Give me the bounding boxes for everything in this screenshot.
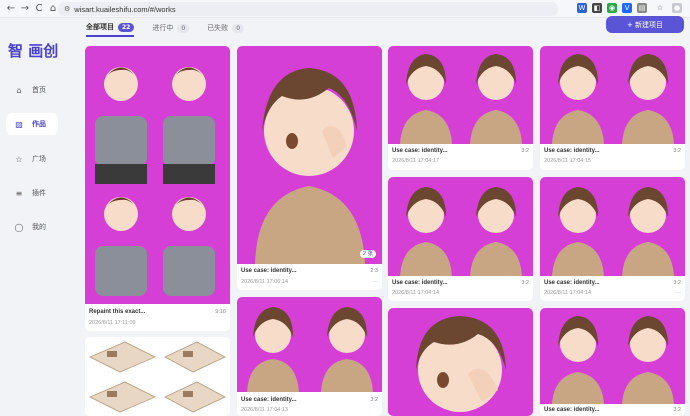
browser-toolbar: ← → C ⌂ ⚙ wisart.kuaileshifu.com/#/works… <box>0 0 690 18</box>
image-count-badge: 2 张 <box>359 250 376 258</box>
card-date: 2026/8/11 17:04:14 <box>544 290 591 296</box>
card-date: 2026/8/11 17:04:17 <box>392 158 439 164</box>
card-title: Repaint this exact... <box>89 309 146 315</box>
url-text: wisart.kuaileshifu.com/#/works <box>74 4 176 14</box>
card-title: Use case: identity... <box>544 148 600 154</box>
card-ratio: 3:2 <box>521 148 529 154</box>
character-expressions-image <box>247 307 373 392</box>
work-thumbnail <box>237 46 382 264</box>
card-date: 2026/8/11 17:04:13 <box>241 407 288 413</box>
card-title: Use case: identity... <box>241 268 297 274</box>
card-ratio: 3:2 <box>673 407 681 413</box>
work-thumbnail <box>388 308 533 416</box>
work-card[interactable]: Use case: identity... 3:2 2026/8/11 17:0… <box>388 46 533 170</box>
card-ratio: 3:2 <box>370 397 378 403</box>
work-thumbnail <box>388 46 533 144</box>
card-ratio: 3:2 <box>521 280 529 286</box>
sidebar-item-label: 作品 <box>32 120 46 128</box>
sidebar-item-mine[interactable]: ◯ 我的 <box>6 216 58 238</box>
card-date: 2026/8/11 17:04:15 <box>544 158 591 164</box>
tab-count: 22 <box>118 22 135 32</box>
card-date: 2026/8/11 17:11:09 <box>89 320 136 326</box>
card-ratio: 2:3 <box>370 268 378 274</box>
work-thumbnail <box>540 46 685 144</box>
character-expressions-image <box>552 54 674 144</box>
work-card[interactable]: Use case: identity... 3:2 2026/8/11 17:0… <box>388 177 533 301</box>
character-sheet-image <box>95 67 215 296</box>
sidebar-item-label: 插件 <box>32 189 46 197</box>
card-ratio: 9:16 <box>215 309 226 315</box>
profile-icon[interactable]: ● <box>672 3 682 13</box>
work-thumbnail <box>388 177 533 276</box>
character-expressions-image <box>552 316 674 404</box>
more-options-icon[interactable]: ··· <box>675 290 681 296</box>
character-expressions-image <box>400 187 522 276</box>
more-options-icon[interactable]: ··· <box>372 279 378 285</box>
work-thumbnail <box>540 308 685 404</box>
tab-failed[interactable]: 已失败 0 <box>207 19 245 37</box>
url-bar[interactable]: ⚙ wisart.kuaileshifu.com/#/works <box>58 2 558 16</box>
new-project-button[interactable]: + 新建项目 <box>606 16 684 33</box>
card-ratio: 3:2 <box>673 148 681 154</box>
card-title: Use case: identity... <box>392 148 448 154</box>
star-icon[interactable]: ☆ <box>655 3 665 13</box>
home-icon: ⌂ <box>16 85 22 95</box>
extension-icon[interactable]: ▤ <box>637 3 647 13</box>
sidebar-item-label: 我的 <box>32 223 46 231</box>
tab-in-progress[interactable]: 进行中 0 <box>152 19 190 37</box>
work-thumbnail <box>540 177 685 276</box>
work-card[interactable] <box>388 308 533 416</box>
work-card[interactable]: Use case: identity... 3:2 2026/8/11 17:0… <box>540 177 685 301</box>
user-icon: ◯ <box>14 222 24 232</box>
extension-icon[interactable]: ◉ <box>607 3 617 13</box>
sidebar-item-label: 首页 <box>32 86 46 94</box>
forward-icon[interactable]: → <box>18 2 32 16</box>
work-card[interactable]: Repaint this exact... 9:16 2026/8/11 17:… <box>85 46 230 331</box>
character-portrait-image <box>416 316 506 412</box>
sidebar-item-home[interactable]: ⌂ 首页 <box>6 79 58 101</box>
sidebar: 智 画创 ⌂ 首页 ▨ 作品 ☆ 广场 ≡ 插件 ◯ 我的 <box>0 18 64 416</box>
card-ratio: 3:2 <box>673 280 681 286</box>
work-card[interactable]: Use case: identity... 3:2 2026/8/11 17:0… <box>237 297 382 416</box>
card-title: Use case: identity... <box>544 280 600 286</box>
sidebar-item-label: 广场 <box>32 155 46 163</box>
card-title: Use case: identity... <box>241 397 297 403</box>
work-thumbnail <box>237 297 382 392</box>
character-portrait-image <box>255 68 365 264</box>
work-card[interactable] <box>85 337 230 416</box>
sidebar-item-plaza[interactable]: ☆ 广场 <box>6 148 58 170</box>
card-date: 2026/8/11 17:06:14 <box>241 279 288 285</box>
sidebar-item-plugins[interactable]: ≡ 插件 <box>6 182 58 204</box>
tab-all[interactable]: 全部项目 22 <box>86 19 135 37</box>
app-logo[interactable]: 智 画创 <box>8 40 58 61</box>
extension-icon[interactable]: V <box>622 3 632 13</box>
back-icon[interactable]: ← <box>4 2 18 16</box>
work-card[interactable]: 2 张 Use case: identity... 2:3 2026/8/11 … <box>237 46 382 290</box>
reload-icon[interactable]: C <box>32 2 46 16</box>
filter-tabs: 全部项目 22 进行中 0 已失败 0 <box>86 18 262 38</box>
character-expressions-image <box>552 187 674 276</box>
card-title: Use case: identity... <box>544 407 600 413</box>
work-thumbnail <box>85 337 230 416</box>
extension-icon[interactable]: ◧ <box>592 3 602 13</box>
image-icon: ▨ <box>15 119 23 129</box>
sliders-icon: ≡ <box>15 188 23 198</box>
sidebar-item-works[interactable]: ▨ 作品 <box>6 113 58 135</box>
card-date: 2026/8/11 17:04:14 <box>392 290 439 296</box>
room-sketch-image <box>89 341 226 413</box>
tab-count: 0 <box>232 23 245 33</box>
work-card[interactable]: Use case: identity... 3:2 <box>540 308 685 416</box>
tab-count: 0 <box>177 23 190 33</box>
work-card[interactable]: Use case: identity... 3:2 2026/8/11 17:0… <box>540 46 685 170</box>
card-title: Use case: identity... <box>392 280 448 286</box>
character-expressions-image <box>400 54 522 144</box>
extension-icon[interactable]: W <box>577 3 587 13</box>
star-icon: ☆ <box>15 154 23 164</box>
site-info-icon[interactable]: ⚙ <box>64 5 70 13</box>
work-thumbnail <box>85 46 230 304</box>
